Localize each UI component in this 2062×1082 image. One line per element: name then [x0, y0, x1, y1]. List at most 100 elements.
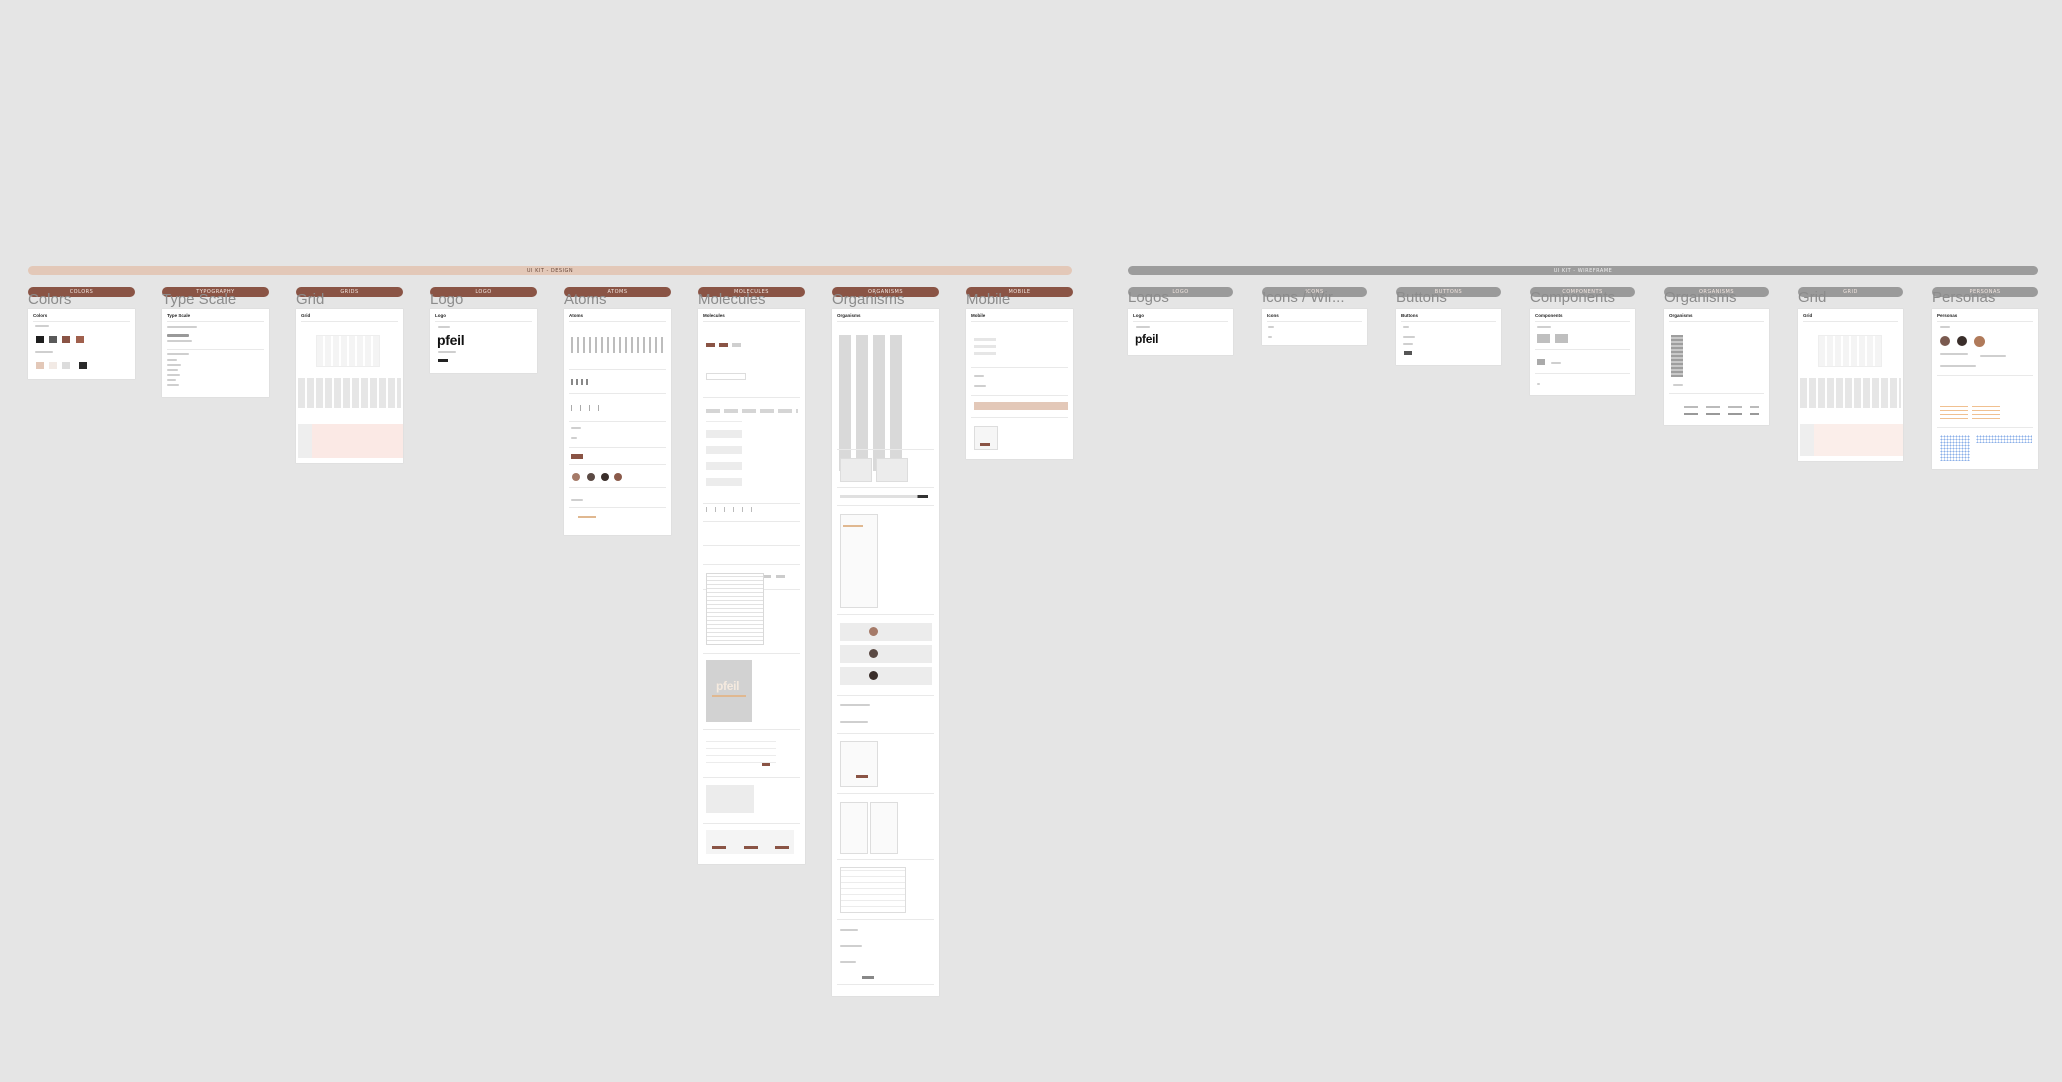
- frame-title-mobile[interactable]: Mobile: [966, 292, 1010, 307]
- text-line: [167, 340, 192, 342]
- button-sample[interactable]: [706, 343, 715, 347]
- form-button[interactable]: [762, 763, 770, 766]
- frame-organisms[interactable]: Organisms: [832, 309, 939, 996]
- tab-row[interactable]: [706, 409, 798, 413]
- frame-icons[interactable]: Icons: [1262, 309, 1367, 345]
- text-line: [167, 384, 179, 386]
- text-line: [167, 334, 189, 337]
- hero-highlight: [712, 695, 746, 697]
- image-placeholder: [1555, 334, 1568, 343]
- toggle-sample[interactable]: [1537, 359, 1545, 365]
- frame-buttons[interactable]: Buttons: [1396, 309, 1501, 365]
- footer-button[interactable]: [744, 846, 758, 849]
- color-swatch[interactable]: [62, 362, 70, 369]
- divider: [569, 487, 666, 488]
- text-line: [167, 369, 178, 371]
- frame-heading: Organisms: [1669, 313, 1693, 318]
- divider: [971, 321, 1068, 322]
- frame-title-logos[interactable]: Logos: [1128, 290, 1169, 305]
- frame-logos[interactable]: Logo pfeil: [1128, 309, 1233, 355]
- checkbox-row[interactable]: [571, 405, 601, 411]
- text-line: [1980, 355, 2006, 357]
- frame-title-personas[interactable]: Personas: [1932, 290, 1995, 305]
- button-sample[interactable]: [571, 454, 583, 459]
- frame-title-organisms[interactable]: Organisms: [832, 292, 905, 307]
- frame-molecules[interactable]: Molecules pfeil: [698, 309, 805, 864]
- text-line: [1537, 326, 1551, 328]
- desktop-grid-preview: [298, 424, 403, 458]
- frame-atoms[interactable]: Atoms: [564, 309, 671, 535]
- group-bar-design[interactable]: UI KIT - DESIGN: [28, 266, 1072, 275]
- section-pill-label: LOGO: [475, 289, 492, 295]
- frame-type-scale[interactable]: Type Scale: [162, 309, 269, 397]
- checkout-form: [840, 741, 878, 787]
- persona-chart: [1940, 403, 1968, 419]
- frame-logo[interactable]: Logo pfeil: [430, 309, 537, 373]
- divider: [1937, 427, 2033, 428]
- mobile-card-button[interactable]: [980, 443, 990, 446]
- testimonial-card: [840, 645, 932, 663]
- button-sample[interactable]: [1404, 351, 1412, 355]
- button-sample[interactable]: [732, 343, 741, 347]
- frame-grid-wireframe[interactable]: Grid: [1798, 309, 1903, 461]
- frame-title-components[interactable]: Components: [1530, 290, 1615, 305]
- frame-title-buttons[interactable]: Buttons: [1396, 290, 1447, 305]
- checkout-button[interactable]: [856, 775, 868, 778]
- footer-button[interactable]: [775, 846, 789, 849]
- frame-heading: Logo: [435, 313, 446, 318]
- frame-heading: Components: [1535, 313, 1563, 318]
- color-swatch[interactable]: [36, 362, 44, 369]
- frame-personas[interactable]: Personas: [1932, 309, 2038, 469]
- frame-title-organisms[interactable]: Organisms: [1664, 290, 1737, 305]
- divider: [569, 421, 666, 422]
- text-line: [974, 385, 986, 387]
- frame-title-atoms[interactable]: Atoms: [564, 292, 607, 307]
- avatar: [1957, 336, 1967, 346]
- frame-title-icons[interactable]: Icons / Wir...: [1262, 290, 1345, 305]
- frame-title-type-scale[interactable]: Type Scale: [162, 292, 236, 307]
- divider: [1937, 375, 2033, 376]
- frame-title-grid[interactable]: Grid: [296, 292, 324, 307]
- frame-title-grid[interactable]: Grid: [1798, 290, 1826, 305]
- color-swatch[interactable]: [36, 336, 44, 343]
- hero-logo: pfeil: [716, 679, 740, 693]
- avatar: [869, 627, 878, 636]
- color-swatch[interactable]: [49, 336, 57, 343]
- color-swatch[interactable]: [79, 362, 87, 369]
- divider: [1803, 321, 1898, 322]
- frame-grid[interactable]: Grid: [296, 309, 403, 463]
- text-line: [35, 325, 49, 327]
- frame-components[interactable]: Components: [1530, 309, 1635, 395]
- button-sample[interactable]: [719, 343, 728, 347]
- color-swatch[interactable]: [62, 336, 70, 343]
- table-preview-box: [840, 867, 906, 913]
- frame-mobile[interactable]: Mobile: [966, 309, 1073, 459]
- mobile-card: [974, 426, 998, 450]
- group-label-wireframe: UI KIT - WIREFRAME: [1553, 267, 1613, 274]
- frame-organisms-wireframe[interactable]: Organisms: [1664, 309, 1769, 425]
- input-sample[interactable]: [706, 373, 746, 380]
- text-line: [571, 427, 581, 429]
- frame-title-logo[interactable]: Logo: [430, 292, 463, 307]
- text-line: [438, 326, 450, 328]
- brand-logo: pfeil: [437, 332, 465, 348]
- divider: [1133, 321, 1228, 322]
- tablet-grid-preview: [298, 378, 401, 408]
- small-button[interactable]: [862, 976, 874, 979]
- footer-button[interactable]: [712, 846, 726, 849]
- pagination-row[interactable]: [706, 507, 754, 512]
- card-preview: [706, 785, 754, 813]
- divider: [569, 507, 666, 508]
- color-swatch[interactable]: [49, 362, 57, 369]
- frame-title-colors[interactable]: Colors: [28, 292, 71, 307]
- search-bar[interactable]: [840, 495, 928, 498]
- section-pill-label: ATOMS: [607, 289, 628, 295]
- frame-colors[interactable]: Colors: [28, 309, 135, 379]
- divider: [971, 417, 1068, 418]
- sidebar-preview: [1671, 335, 1683, 377]
- divider: [1669, 393, 1764, 394]
- frame-title-molecules[interactable]: Molecules: [698, 292, 766, 307]
- avatar: [572, 473, 580, 481]
- color-swatch[interactable]: [76, 336, 84, 343]
- group-bar-wireframe[interactable]: UI KIT - WIREFRAME: [1128, 266, 2038, 275]
